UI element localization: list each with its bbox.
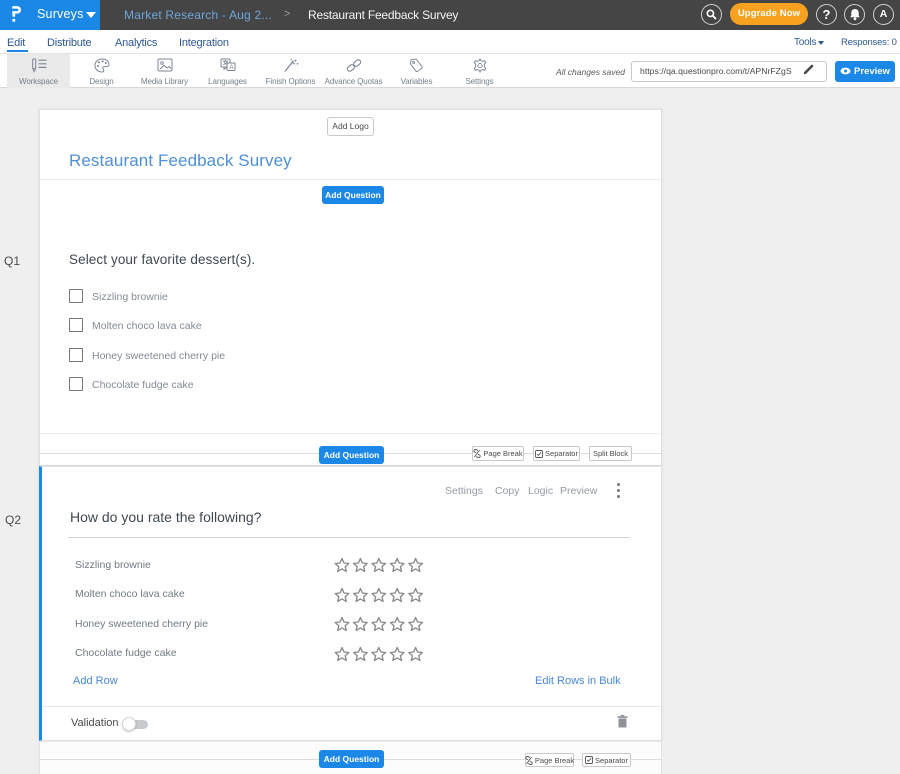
svg-text:A: A — [229, 64, 234, 71]
